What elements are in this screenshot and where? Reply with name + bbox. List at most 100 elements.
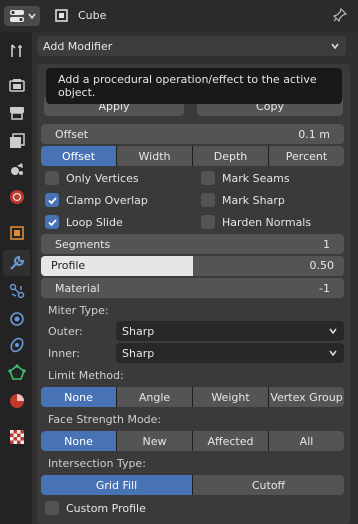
properties-header: Cube	[0, 0, 358, 32]
checkbox-box	[201, 171, 215, 185]
offset-label: Offset	[55, 127, 89, 141]
object-icon	[9, 226, 24, 240]
properties-editor-icon	[10, 10, 24, 22]
chevron-down-icon	[331, 43, 339, 50]
miter-type-heading: Miter Type:	[48, 304, 109, 317]
texture-tab[interactable]	[3, 424, 30, 450]
add-modifier-tooltip: Add a procedural operation/effect to the…	[46, 68, 342, 104]
profile-slider[interactable]: Profile 0.50	[41, 256, 344, 276]
offset-value: 0.1 m	[298, 127, 330, 141]
face-strength-heading: Face Strength Mode:	[48, 413, 162, 426]
material-tab[interactable]	[3, 388, 30, 414]
constraints-icon	[9, 337, 24, 353]
data-tab[interactable]	[3, 360, 30, 386]
particles-icon	[9, 283, 24, 299]
checkbox-label: Custom Profile	[66, 501, 146, 515]
editor-type-button[interactable]	[4, 6, 40, 26]
face-strength-none[interactable]: None	[41, 431, 116, 451]
limit-method-angle[interactable]: Angle	[117, 387, 192, 407]
chevron-down-icon	[329, 350, 337, 357]
material-value: -1	[319, 281, 330, 295]
segments-label: Segments	[55, 237, 111, 251]
offset-type-depth[interactable]: Depth	[193, 146, 268, 166]
limit-method-vertex-group[interactable]: Vertex Group	[269, 387, 344, 407]
checkbox-label: Only Vertices	[66, 171, 139, 185]
properties-tab-bar	[0, 32, 32, 524]
checkbox-box	[45, 215, 59, 229]
checkbox-box	[201, 215, 215, 229]
world-icon	[9, 190, 24, 204]
scene-icon	[10, 163, 23, 175]
inner-miter-value: Sharp	[122, 346, 155, 360]
checkbox-box	[201, 193, 215, 207]
physics-icon	[9, 312, 24, 326]
tool-tab[interactable]	[3, 38, 30, 64]
mesh-data-icon	[7, 364, 26, 380]
checkmark-icon	[47, 218, 57, 226]
clamp-overlap-checkbox[interactable]: Clamp Overlap	[45, 193, 148, 207]
view-layer-icon	[9, 133, 25, 148]
checkbox-label: Loop Slide	[66, 215, 123, 229]
only-vertices-checkbox[interactable]: Only Vertices	[45, 171, 139, 185]
inner-label: Inner:	[48, 347, 80, 360]
offset-type-width[interactable]: Width	[117, 146, 192, 166]
material-field[interactable]: Material -1	[41, 278, 344, 298]
offset-type-offset[interactable]: Offset	[41, 146, 116, 166]
face-strength-selector: None New Affected All	[41, 431, 344, 451]
wrench-icon	[9, 255, 24, 270]
inner-miter-dropdown[interactable]: Sharp	[116, 343, 344, 363]
material-label: Material	[55, 281, 100, 295]
view-layer-tab[interactable]	[3, 128, 30, 154]
modifier-panel: Add Modifier Apply Copy Offset 0.1 m Off…	[34, 32, 358, 524]
modifier-tab[interactable]	[3, 250, 30, 276]
add-modifier-dropdown[interactable]: Add Modifier	[37, 36, 346, 56]
profile-label: Profile	[51, 259, 86, 272]
custom-profile-checkbox[interactable]: Custom Profile	[45, 501, 146, 515]
pin-icon[interactable]	[333, 8, 347, 22]
tool-icon	[10, 44, 22, 57]
face-strength-new[interactable]: New	[117, 431, 192, 451]
chevron-down-icon	[329, 328, 337, 335]
limit-method-weight[interactable]: Weight	[193, 387, 268, 407]
output-icon	[9, 107, 24, 120]
checkbox-label: Clamp Overlap	[66, 193, 148, 207]
intersection-cutoff[interactable]: Cutoff	[193, 475, 344, 495]
texture-icon	[9, 430, 24, 444]
face-strength-all[interactable]: All	[269, 431, 344, 451]
constraints-tab[interactable]	[3, 332, 30, 358]
world-tab[interactable]	[3, 184, 30, 210]
mark-sharp-checkbox[interactable]: Mark Sharp	[201, 193, 285, 207]
checkbox-label: Mark Sharp	[222, 193, 285, 207]
harden-normals-checkbox[interactable]: Harden Normals	[201, 215, 311, 229]
outer-label: Outer:	[48, 325, 83, 338]
object-icon	[55, 9, 68, 22]
render-tab[interactable]	[3, 72, 30, 98]
checkbox-box	[45, 171, 59, 185]
loop-slide-checkbox[interactable]: Loop Slide	[45, 215, 123, 229]
segments-field[interactable]: Segments 1	[41, 234, 344, 254]
intersection-type-heading: Intersection Type:	[48, 457, 146, 470]
offset-type-percent[interactable]: Percent	[269, 146, 344, 166]
limit-method-heading: Limit Method:	[48, 369, 124, 382]
outer-miter-value: Sharp	[122, 324, 155, 338]
intersection-grid-fill[interactable]: Grid Fill	[41, 475, 192, 495]
checkbox-label: Harden Normals	[222, 215, 312, 229]
outer-miter-dropdown[interactable]: Sharp	[116, 321, 344, 341]
object-tab[interactable]	[3, 220, 30, 246]
checkbox-label: Mark Seams	[222, 171, 290, 185]
profile-value: 0.50	[309, 259, 335, 272]
limit-method-none[interactable]: None	[41, 387, 116, 407]
chevron-down-icon	[28, 13, 36, 20]
output-tab[interactable]	[3, 100, 30, 126]
limit-method-selector: None Angle Weight Vertex Group	[41, 387, 344, 407]
scene-tab[interactable]	[3, 156, 30, 182]
mark-seams-checkbox[interactable]: Mark Seams	[201, 171, 290, 185]
face-strength-affected[interactable]: Affected	[193, 431, 268, 451]
checkbox-box	[45, 501, 59, 515]
particles-tab[interactable]	[3, 278, 30, 304]
segments-value: 1	[323, 237, 330, 251]
physics-tab[interactable]	[3, 306, 30, 332]
object-name: Cube	[78, 9, 107, 22]
material-icon	[9, 394, 24, 408]
offset-field[interactable]: Offset 0.1 m	[41, 124, 344, 144]
